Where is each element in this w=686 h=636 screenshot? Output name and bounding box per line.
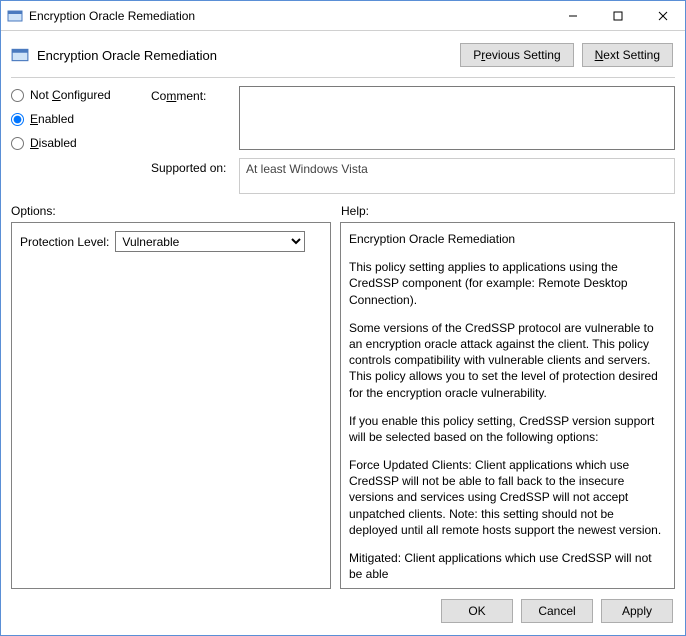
close-button[interactable] bbox=[640, 1, 685, 30]
radio-disabled-input[interactable] bbox=[11, 137, 24, 150]
dialog-window: Encryption Oracle Remediation Encryption… bbox=[0, 0, 686, 636]
radio-not-configured-input[interactable] bbox=[11, 89, 24, 102]
panels: Protection Level: Force Updated ClientsM… bbox=[1, 222, 685, 589]
ok-button[interactable]: OK bbox=[441, 599, 513, 623]
fields-col: Comment: Supported on: At least Windows … bbox=[151, 86, 675, 194]
previous-setting-button[interactable]: Previous Setting bbox=[460, 43, 573, 67]
cancel-button[interactable]: Cancel bbox=[521, 599, 593, 623]
maximize-button[interactable] bbox=[595, 1, 640, 30]
minimize-button[interactable] bbox=[550, 1, 595, 30]
divider bbox=[11, 77, 675, 78]
footer: OK Cancel Apply bbox=[1, 589, 685, 635]
window-title: Encryption Oracle Remediation bbox=[29, 9, 550, 23]
options-panel: Protection Level: Force Updated ClientsM… bbox=[11, 222, 331, 589]
window-icon bbox=[7, 8, 23, 24]
radio-disabled[interactable]: Disabled bbox=[11, 136, 151, 150]
comment-label: Comment: bbox=[151, 86, 231, 103]
titlebar: Encryption Oracle Remediation bbox=[1, 1, 685, 31]
radio-enabled[interactable]: Enabled bbox=[11, 112, 151, 126]
help-p: If you enable this policy setting, CredS… bbox=[349, 413, 662, 445]
supported-row: Supported on: At least Windows Vista bbox=[151, 158, 675, 194]
protection-row: Protection Level: Force Updated ClientsM… bbox=[20, 231, 322, 252]
help-p: Force Updated Clients: Client applicatio… bbox=[349, 457, 662, 538]
next-setting-button[interactable]: Next Setting bbox=[582, 43, 673, 67]
supported-textarea: At least Windows Vista bbox=[239, 158, 675, 194]
comment-textarea[interactable] bbox=[239, 86, 675, 150]
help-p: Some versions of the CredSSP protocol ar… bbox=[349, 320, 662, 401]
window-buttons bbox=[550, 1, 685, 30]
radio-label: Enabled bbox=[30, 112, 74, 126]
help-p: Mitigated: Client applications which use… bbox=[349, 550, 662, 580]
help-text[interactable]: Encryption Oracle Remediation This polic… bbox=[349, 231, 666, 580]
comment-row: Comment: bbox=[151, 86, 675, 150]
section-labels: Options: Help: bbox=[1, 194, 685, 222]
state-radios: Not Configured Enabled Disabled bbox=[11, 86, 151, 194]
help-p: Encryption Oracle Remediation bbox=[349, 231, 662, 247]
supported-label: Supported on: bbox=[151, 158, 231, 175]
radio-label: Disabled bbox=[30, 136, 77, 150]
help-panel: Encryption Oracle Remediation This polic… bbox=[340, 222, 675, 589]
maximize-icon bbox=[613, 11, 623, 21]
help-label: Help: bbox=[341, 204, 675, 218]
radio-enabled-input[interactable] bbox=[11, 113, 24, 126]
protection-level-select[interactable]: Force Updated ClientsMitigatedVulnerable bbox=[115, 231, 305, 252]
minimize-icon bbox=[568, 11, 578, 21]
header-row: Encryption Oracle Remediation Previous S… bbox=[1, 31, 685, 71]
policy-title: Encryption Oracle Remediation bbox=[37, 48, 452, 63]
close-icon bbox=[658, 11, 668, 21]
radio-label: Not Configured bbox=[30, 88, 111, 102]
apply-button[interactable]: Apply bbox=[601, 599, 673, 623]
help-p: This policy setting applies to applicati… bbox=[349, 259, 662, 308]
protection-label: Protection Level: bbox=[20, 235, 109, 249]
policy-icon bbox=[11, 46, 29, 64]
config-row: Not Configured Enabled Disabled Comment:… bbox=[1, 86, 685, 194]
options-label: Options: bbox=[11, 204, 331, 218]
nav-buttons: Previous Setting Next Setting bbox=[460, 43, 673, 67]
radio-not-configured[interactable]: Not Configured bbox=[11, 88, 151, 102]
